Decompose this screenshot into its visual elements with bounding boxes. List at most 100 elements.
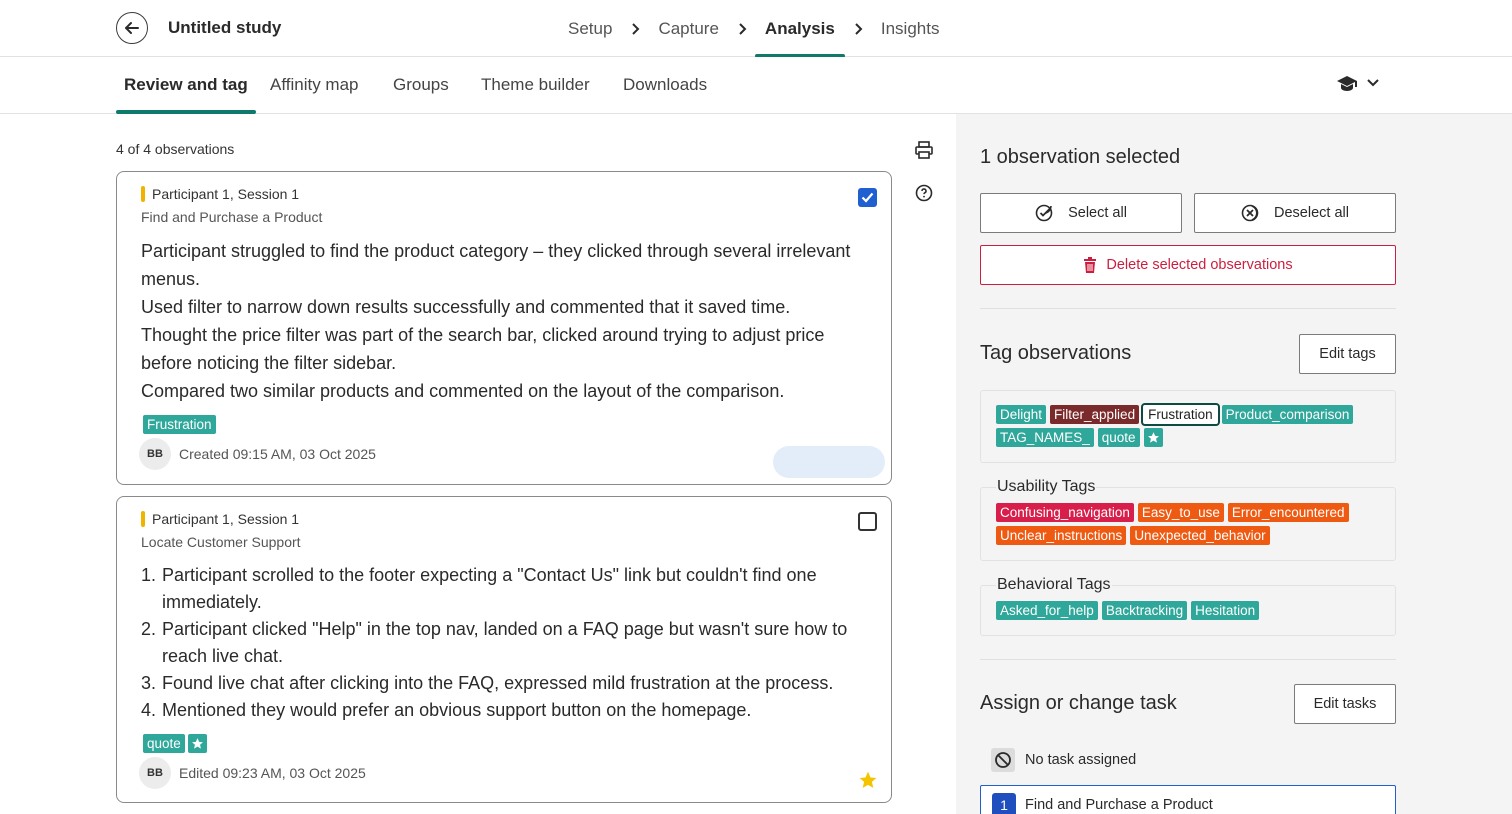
select-all-label: Select all [1068,205,1127,221]
divider [980,308,1396,309]
learning-menu-button[interactable] [1336,74,1380,92]
card-header: Participant 1, Session 1 [141,186,299,202]
task-option-label: Find and Purchase a Product [1025,797,1213,813]
timestamp: Created 09:15 AM, 03 Oct 2025 [179,446,376,462]
favorite-button[interactable] [858,770,878,790]
step-setup[interactable]: Setup [558,0,622,57]
tag-chip-filter-applied[interactable]: Filter_applied [1050,405,1140,424]
task-label: Locate Customer Support [141,534,301,550]
delete-selected-label: Delete selected observations [1106,257,1293,273]
no-task-option[interactable]: No task assigned [991,748,1136,772]
tag-list: Asked_for_help Backtracking Hesitation [996,601,1386,620]
select-all-icon [1035,204,1053,222]
task-option-selected[interactable]: 1 Find and Purchase a Product [980,785,1396,814]
print-button[interactable] [912,138,936,162]
tab-affinity-map[interactable]: Affinity map [262,57,367,113]
assign-task-title: Assign or change task [980,692,1177,714]
tab-groups[interactable]: Groups [385,57,457,113]
trash-icon [1084,257,1097,273]
observation-tags: quote [143,734,210,753]
chevron-right-icon [851,0,865,57]
tag-chip-easy-to-use[interactable]: Easy_to_use [1137,503,1224,522]
list-item: 3. Found live chat after clicking into th… [141,673,834,693]
edit-tasks-button[interactable]: Edit tasks [1294,684,1396,724]
card-header: Participant 1, Session 1 [141,511,299,527]
tag-list: Confusing_navigation Easy_to_use Error_e… [996,503,1386,545]
list-item: 4. Mentioned they would prefer an obvious… [141,700,752,720]
step-analysis[interactable]: Analysis [754,0,845,58]
edit-tags-label: Edit tags [1319,346,1376,362]
participant-color-bar [141,186,145,202]
arrow-left-icon [125,22,139,34]
tag-chip-unclear-instructions[interactable]: Unclear_instructions [996,526,1127,545]
tag-chip-hesitation[interactable]: Hesitation [1191,601,1260,620]
tag-chip-delight[interactable]: Delight [996,405,1047,424]
back-button[interactable] [116,12,148,44]
printer-icon [915,141,933,159]
top-bar: Untitled study Setup Capture Analysis In… [0,0,1512,58]
tag-observations-title: Tag observations [980,342,1132,364]
divider [980,659,1396,660]
star-icon [191,738,203,749]
help-button[interactable] [912,181,936,205]
general-tag-group: Delight Filter_applied Frustration Produ… [980,390,1396,463]
observation-card[interactable]: Participant 1, Session 1 Find and Purcha… [116,171,892,485]
participant-color-bar [141,511,145,527]
graduation-cap-icon [1337,76,1357,91]
star-icon [859,771,877,788]
step-capture[interactable]: Capture [648,0,728,57]
tag-chip-quote[interactable]: quote [1097,428,1140,447]
tag-chip-confusing-navigation[interactable]: Confusing_navigation [996,503,1134,522]
observation-checkbox[interactable] [858,188,877,207]
delete-selected-button[interactable]: Delete selected observations [980,245,1396,285]
usability-tag-group: Usability Tags Confusing_navigation Easy… [980,478,1396,561]
select-all-button[interactable]: Select all [980,193,1182,233]
help-circle-icon [915,184,933,202]
chevron-right-icon [735,0,749,57]
tag-chip-backtracking[interactable]: Backtracking [1101,601,1188,620]
behavioral-tags-title: Behavioral Tags [996,576,1112,594]
selection-panel: 1 observation selected Select all Desele… [956,114,1512,814]
tag-chip-frustration[interactable]: Frustration [1141,403,1220,426]
step-insights[interactable]: Insights [871,0,950,57]
observation-checkbox[interactable] [858,512,877,531]
deselect-all-button[interactable]: Deselect all [1194,193,1396,233]
tag-chip-tag-names[interactable]: TAG_NAMES_ [996,428,1094,447]
tab-theme-builder[interactable]: Theme builder [473,57,598,113]
observation-meta: BB Created 09:15 AM, 03 Oct 2025 [139,438,376,470]
observation-card[interactable]: Participant 1, Session 1 Locate Customer… [116,496,892,803]
tag-chip[interactable]: Frustration [143,415,216,434]
task-label: Find and Purchase a Product [141,209,323,225]
study-title: Untitled study [168,18,282,37]
deselect-all-label: Deselect all [1274,205,1349,221]
star-tag-chip[interactable] [187,734,207,753]
observation-text: Participant struggled to find the produc… [141,237,871,405]
avatar: BB [139,438,171,470]
tag-chip-unexpected-behavior[interactable]: Unexpected_behavior [1130,526,1270,545]
avatar: BB [139,757,171,789]
observation-meta: BB Edited 09:23 AM, 03 Oct 2025 [139,757,366,789]
observation-line: Compared two similar products and commen… [141,381,785,401]
timestamp: Edited 09:23 AM, 03 Oct 2025 [179,765,366,781]
star-icon [1147,432,1159,443]
participant-label: Participant 1, Session 1 [152,511,300,527]
tab-downloads[interactable]: Downloads [615,57,715,113]
tag-chip-star[interactable] [1143,428,1163,447]
hover-action-button[interactable] [773,446,885,478]
tag-chip-product-comparison[interactable]: Product_comparison [1221,405,1354,424]
participant-label: Participant 1, Session 1 [152,186,300,202]
tag-list: Delight Filter_applied Frustration Produ… [996,403,1386,447]
tab-review-and-tag[interactable]: Review and tag [116,57,256,114]
usability-tags-title: Usability Tags [996,478,1097,496]
list-item: 1. Participant scrolled to the footer exp… [141,565,817,612]
edit-tags-button[interactable]: Edit tags [1299,334,1396,374]
stepper: Setup Capture Analysis Insights [558,0,950,58]
selection-count-title: 1 observation selected [980,146,1181,168]
behavioral-tag-group: Behavioral Tags Asked_for_help Backtrack… [980,576,1396,636]
deselect-all-icon [1241,204,1259,222]
list-item: 2. Participant clicked "Help" in the top … [141,619,848,666]
tag-chip-asked-for-help[interactable]: Asked_for_help [996,601,1098,620]
tag-chip-error-encountered[interactable]: Error_encountered [1227,503,1349,522]
observation-list: 1. Participant scrolled to the footer exp… [141,562,871,724]
tag-chip[interactable]: quote [143,734,185,753]
